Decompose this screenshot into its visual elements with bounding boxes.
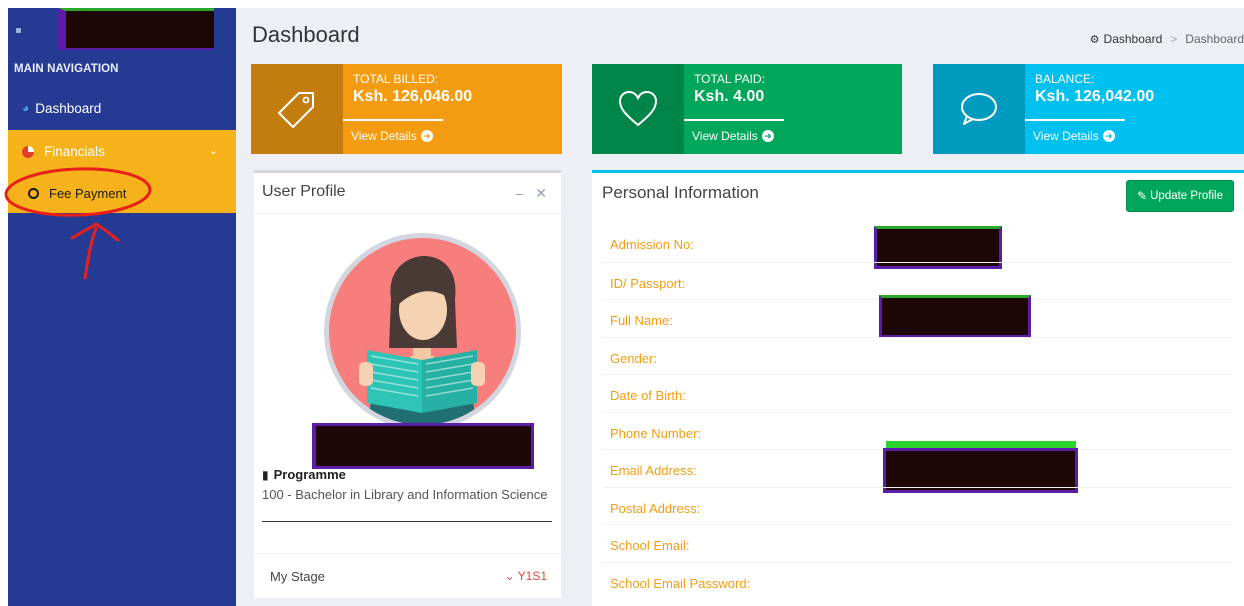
breadcrumb: ⚙ Dashboard > Dashboard [1090, 32, 1244, 46]
tag-icon [251, 64, 343, 154]
arrow-circle-right-icon: ➜ [1102, 130, 1115, 142]
table-row: Phone Number: [602, 411, 1232, 450]
redacted-logo [58, 8, 214, 50]
field-label: Date of Birth: [610, 388, 686, 403]
field-label: Email Address: [610, 463, 697, 478]
heart-icon [592, 64, 684, 154]
avatar-image [329, 238, 516, 425]
sidebar-item-label: Fee Payment [49, 185, 127, 201]
card-tools: – ✕ [515, 185, 547, 202]
info-body: TOTAL PAID: Ksh. 4.00 View Details ➜ [684, 64, 902, 154]
stat-value: Ksh. 4.00 [694, 88, 765, 105]
balance-box: BALANCE: Ksh. 126,042.00 View Details ➜ [933, 64, 1244, 154]
page: MAIN NAVIGATION ◕ Dashboard Financials ⌄… [0, 0, 1244, 606]
chevron-down-icon: ⌄ [504, 569, 515, 583]
field-label: Postal Address: [610, 500, 701, 516]
stage-label: My Stage [270, 569, 325, 584]
info-body: BALANCE: Ksh. 126,042.00 View Details ➜ [1025, 64, 1244, 154]
nav-header: MAIN NAVIGATION [14, 63, 119, 75]
stage-value: ⌄ Y1S1 [504, 569, 547, 583]
book-icon: ▮ [262, 467, 269, 482]
divider [254, 213, 561, 214]
field-label: Admission No: [610, 237, 694, 252]
sidebar-item-fee-payment[interactable]: Fee Payment [8, 173, 236, 213]
divider [262, 521, 552, 522]
field-label: ID/ Passport: [610, 275, 686, 291]
programme-label-text: Programme [273, 467, 346, 482]
field-label: School Email Password: [610, 575, 751, 591]
logo-area [8, 8, 236, 58]
sidebar-item-financials[interactable]: Financials ⌄ [8, 130, 236, 173]
table-row: Postal Address: [602, 486, 1232, 525]
progress-bar [1025, 119, 1125, 121]
minimize-icon[interactable]: – [515, 185, 523, 202]
card-title: User Profile [262, 183, 346, 200]
avatar [324, 233, 521, 430]
view-details-label: View Details [1033, 129, 1099, 143]
redacted-name [312, 423, 534, 469]
table-row: School Email: [602, 524, 1232, 562]
table-row: Admission No: [602, 224, 1232, 269]
stage-value-text: Y1S1 [517, 569, 547, 583]
close-icon[interactable]: ✕ [535, 185, 547, 202]
personal-information-card: Personal Information ✎ Update Profile Ad… [592, 170, 1244, 606]
stat-label: TOTAL BILLED: [353, 72, 439, 86]
edit-icon: ✎ [1137, 189, 1148, 203]
breadcrumb-current: Dashboard [1185, 32, 1244, 46]
field-label: Full Name: [610, 313, 673, 328]
arrow-circle-right-icon: ➜ [761, 130, 774, 142]
table-row: Gender: [602, 336, 1232, 375]
breadcrumb-separator: > [1170, 32, 1178, 46]
arrow-circle-right-icon: ➜ [420, 130, 433, 142]
field-label: Gender: [610, 350, 657, 366]
redacted-value [879, 295, 1031, 338]
page-title: Dashboard [252, 22, 360, 47]
programme-label: ▮ Programme [262, 467, 346, 482]
table-row: Date of Birth: [602, 374, 1232, 412]
table-row: Email Address: [602, 448, 1232, 493]
info-body: TOTAL BILLED: Ksh. 126,046.00 View Detai… [343, 64, 562, 154]
circle-icon [28, 187, 39, 199]
main-content: Dashboard ⚙ Dashboard > Dashboard TOTAL … [236, 8, 1244, 606]
stat-label: BALANCE: [1035, 72, 1095, 86]
sidebar-item-dashboard[interactable]: ◕ Dashboard [8, 94, 236, 122]
progress-bar [684, 119, 784, 121]
view-details-label: View Details [351, 129, 417, 143]
dashboard-icon: ◕ [22, 101, 30, 115]
stat-value: Ksh. 126,042.00 [1035, 88, 1155, 105]
user-profile-card: User Profile – ✕ ▮ Programme 100 - Bache… [254, 170, 561, 598]
view-details-link[interactable]: View Details ➜ [351, 129, 433, 143]
sidebar-item-label: Financials [44, 144, 105, 159]
pie-chart-icon [22, 145, 34, 158]
breadcrumb-link-dashboard[interactable]: Dashboard [1104, 32, 1163, 46]
personal-info-table: Admission No: ID/ Passport: Full Name: G… [602, 224, 1232, 599]
update-profile-label: Update Profile [1150, 190, 1223, 202]
stage-row[interactable]: My Stage ⌄ Y1S1 [254, 553, 561, 601]
stat-value: Ksh. 126,046.00 [353, 88, 473, 105]
field-label: Phone Number: [610, 425, 702, 441]
view-details-link[interactable]: View Details ➜ [1033, 129, 1115, 143]
update-profile-button[interactable]: ✎ Update Profile [1126, 180, 1234, 212]
field-label: School Email: [610, 538, 690, 553]
dashboard-icon: ⚙ [1089, 33, 1100, 46]
stat-label: TOTAL PAID: [694, 72, 765, 86]
chat-bubble-icon [933, 64, 1025, 154]
sidebar-item-label: Dashboard [35, 100, 102, 116]
progress-bar [343, 119, 443, 121]
sidebar: MAIN NAVIGATION ◕ Dashboard Financials ⌄… [8, 8, 236, 606]
chevron-down-icon: ⌄ [208, 145, 218, 157]
total-paid-box: TOTAL PAID: Ksh. 4.00 View Details ➜ [592, 64, 902, 154]
programme-value: 100 - Bachelor in Library and Informatio… [262, 487, 548, 502]
card-title: Personal Information [602, 183, 759, 202]
table-row: School Email Password: [602, 561, 1232, 600]
view-details-label: View Details [692, 129, 758, 143]
total-billed-box: TOTAL BILLED: Ksh. 126,046.00 View Detai… [251, 64, 562, 154]
logo-icon [16, 28, 21, 33]
table-row: Full Name: [602, 295, 1232, 338]
table-row: ID/ Passport: [602, 261, 1232, 300]
view-details-link[interactable]: View Details ➜ [692, 129, 774, 143]
